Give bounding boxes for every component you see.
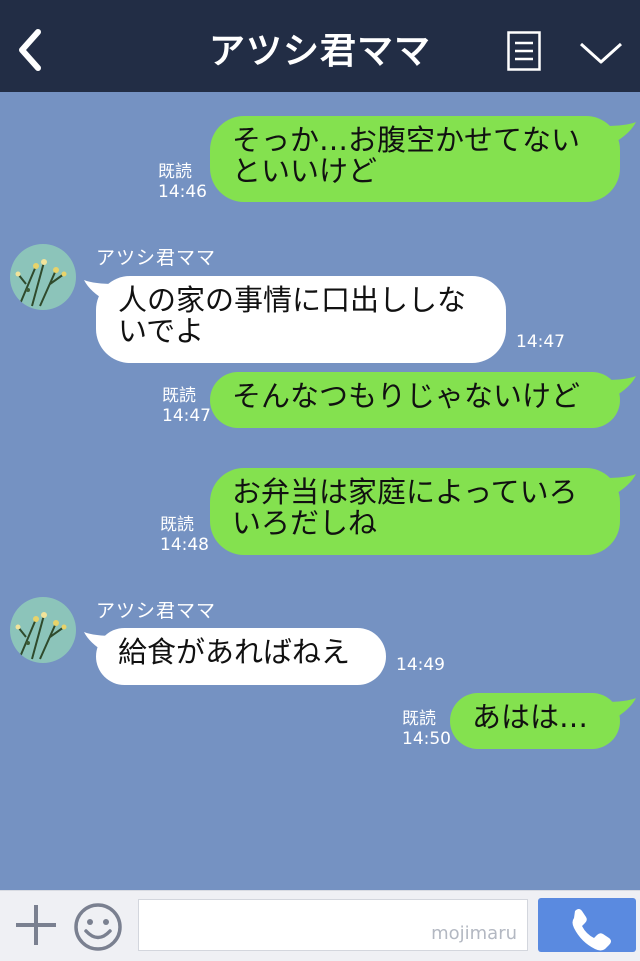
read-receipt: 既読 (402, 709, 436, 729)
message-bubble[interactable]: そんなつもりじゃないけど (210, 372, 620, 428)
avatar[interactable] (10, 597, 76, 663)
read-receipt: 既読 (160, 515, 194, 535)
message-time: 14:48 (160, 535, 209, 555)
message-text-line: いろだしね (232, 506, 378, 540)
message-meta: 既読 14:46 (158, 162, 207, 202)
message-bubble[interactable]: 人の家の事情に口出ししな いでよ (96, 276, 506, 363)
message-meta: 14:49 (396, 655, 445, 675)
message-text-line: そんなつもりじゃないけど (232, 379, 581, 413)
message-time: 14:47 (162, 406, 211, 426)
chat-title: アツシ君ママ (208, 31, 431, 72)
sender-name: アツシ君ママ (96, 600, 217, 622)
message-time: 14:49 (396, 655, 445, 675)
sticker-button[interactable] (73, 902, 123, 952)
call-button[interactable] (538, 898, 636, 952)
message-list[interactable]: 既読 14:46 そっか…お腹空かせてない といいけど アツシ君ママ 人の家の事… (0, 92, 640, 890)
message-meta: 既読 14:50 (402, 709, 451, 749)
chat-header: アツシ君ママ (0, 0, 640, 92)
message-meta: 既読 14:47 (162, 386, 211, 426)
message-meta: 既読 14:48 (160, 515, 209, 555)
message-bubble[interactable]: お弁当は家庭によっていろ いろだしね (210, 468, 620, 555)
message-time: 14:46 (158, 182, 207, 202)
message-text-line: 給食があればねえ (118, 635, 351, 669)
message-text-line: お弁当は家庭によっていろ (232, 475, 578, 509)
message-text-line: いでよ (118, 314, 205, 348)
message-bubble[interactable]: そっか…お腹空かせてない といいけど (210, 116, 620, 202)
menu-button[interactable] (507, 31, 541, 71)
message-text-line: そっか…お腹空かせてない (232, 123, 581, 157)
message-bubble[interactable]: あはは… (450, 693, 620, 749)
plus-icon (16, 905, 56, 945)
read-receipt: 既読 (158, 162, 192, 182)
avatar-image (10, 597, 76, 663)
message-text-line: あはは… (472, 700, 589, 734)
read-receipt: 既読 (162, 386, 196, 406)
message-meta: 14:47 (516, 332, 565, 352)
smiley-icon (74, 903, 122, 951)
message-text-line: 人の家の事情に口出ししな (118, 283, 467, 317)
collapse-button[interactable] (578, 38, 624, 68)
chevron-down-icon (579, 42, 623, 64)
menu-icon (507, 31, 541, 71)
message-bubble[interactable]: 給食があればねえ (96, 628, 386, 685)
add-button[interactable] (15, 903, 57, 947)
avatar[interactable] (10, 244, 76, 310)
message-text-line: といいけど (232, 154, 378, 188)
message-time: 14:47 (516, 332, 565, 352)
avatar-image (10, 244, 76, 310)
message-input[interactable]: mojimaru (138, 899, 528, 951)
phone-icon (572, 909, 611, 951)
watermark: mojimaru (431, 923, 517, 944)
message-time: 14:50 (402, 729, 451, 749)
input-bar: mojimaru (0, 890, 640, 961)
sender-name: アツシ君ママ (96, 247, 217, 269)
